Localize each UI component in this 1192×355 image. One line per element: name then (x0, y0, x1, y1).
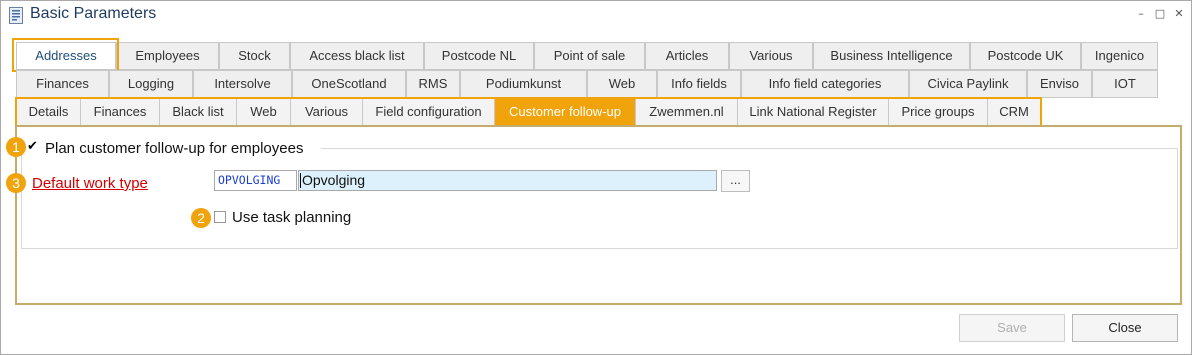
subtab-customer-follow-up[interactable]: Customer follow-up (495, 99, 636, 125)
tab-ingenico[interactable]: Ingenico (1081, 42, 1158, 70)
maximize-icon[interactable]: □ (1153, 7, 1167, 21)
tab-logging[interactable]: Logging (109, 70, 193, 98)
tab-addresses[interactable]: Addresses (16, 42, 116, 70)
tab-info-field-categories[interactable]: Info field categories (741, 70, 909, 98)
tab-articles[interactable]: Articles (645, 42, 729, 70)
subtab-link-national-register[interactable]: Link National Register (738, 99, 889, 125)
followup-group-box (21, 148, 1178, 249)
subtab-zwemmen-nl[interactable]: Zwemmen.nl (636, 99, 738, 125)
tab-intersolve[interactable]: Intersolve (193, 70, 292, 98)
callout-badge-2: 2 (191, 208, 211, 228)
tab-onescotland[interactable]: OneScotland (292, 70, 406, 98)
tab-enviso[interactable]: Enviso (1027, 70, 1092, 98)
tab-postcode-nl[interactable]: Postcode NL (424, 42, 534, 70)
tab-point-of-sale[interactable]: Point of sale (534, 42, 645, 70)
tabs-row-1: Addresses Employees Stock Access black l… (1, 42, 1191, 70)
subtab-price-groups[interactable]: Price groups (889, 99, 988, 125)
task-planning-checkbox[interactable] (214, 211, 226, 223)
subtab-web[interactable]: Web (237, 99, 291, 125)
tab-various[interactable]: Various (729, 42, 813, 70)
subtab-crm[interactable]: CRM (988, 99, 1040, 125)
subtab-field-configuration[interactable]: Field configuration (363, 99, 495, 125)
work-type-lookup-button[interactable]: ... (721, 170, 750, 192)
title-bar: Basic Parameters – □ ✕ (1, 1, 1191, 31)
callout-badge-3: 3 (6, 173, 26, 193)
minimize-icon[interactable]: – (1134, 7, 1148, 21)
group-box-top-line (321, 148, 1178, 149)
tabs-row-2: Finances Logging Intersolve OneScotland … (1, 70, 1191, 98)
work-type-code-field[interactable]: OPVOLGING (214, 170, 297, 191)
tab-finances[interactable]: Finances (16, 70, 109, 98)
tab-business-intelligence[interactable]: Business Intelligence (813, 42, 970, 70)
default-work-type-link[interactable]: Default work type (32, 175, 148, 192)
subtab-various[interactable]: Various (291, 99, 363, 125)
close-button[interactable]: Close (1072, 314, 1178, 342)
tab-web[interactable]: Web (587, 70, 657, 98)
subtab-finances[interactable]: Finances (81, 99, 160, 125)
document-settings-icon (9, 7, 23, 24)
tab-employees[interactable]: Employees (116, 42, 219, 70)
plan-followup-checkbox[interactable]: ✔ (27, 139, 39, 154)
close-window-icon[interactable]: ✕ (1172, 7, 1186, 21)
checkmark-icon: ✔ (27, 139, 38, 154)
text-caret (300, 173, 301, 188)
tab-civica-paylink[interactable]: Civica Paylink (909, 70, 1027, 98)
tab-iot[interactable]: IOT (1092, 70, 1158, 98)
subtab-black-list[interactable]: Black list (160, 99, 237, 125)
callout-badge-1: 1 (6, 137, 26, 157)
plan-followup-label[interactable]: Plan customer follow-up for employees (45, 140, 303, 157)
tab-info-fields[interactable]: Info fields (657, 70, 741, 98)
window-title: Basic Parameters (30, 5, 157, 22)
subtab-details[interactable]: Details (17, 99, 81, 125)
tab-rms[interactable]: RMS (406, 70, 460, 98)
basic-parameters-window: Basic Parameters – □ ✕ Addresses Employe… (0, 0, 1192, 355)
tab-access-black-list[interactable]: Access black list (290, 42, 424, 70)
tab-postcode-uk[interactable]: Postcode UK (970, 42, 1081, 70)
tab-podiumkunst[interactable]: Podiumkunst (460, 70, 587, 98)
save-button[interactable]: Save (959, 314, 1065, 342)
tab-stock[interactable]: Stock (219, 42, 290, 70)
work-type-description-field[interactable]: Opvolging (298, 170, 717, 191)
task-planning-label[interactable]: Use task planning (232, 209, 351, 226)
